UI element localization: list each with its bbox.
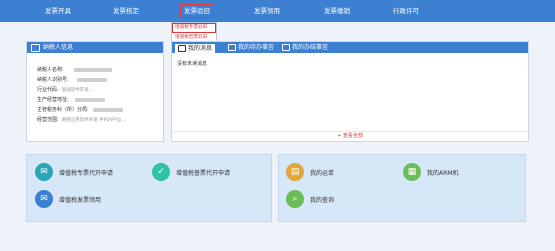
my-arm-machine-button[interactable]: ▦ 我的ARM机 (403, 162, 458, 182)
my-query-button[interactable]: ⌕ 我的查询 (286, 189, 334, 209)
envelope-icon: ✉ (35, 163, 53, 181)
field-taxpayer-name: 纳税人名称: (37, 66, 112, 73)
redacted-value (76, 77, 107, 82)
nav-item-invoice-issue[interactable]: 发票开具 (37, 0, 79, 22)
field-business-address: 生产经营地址: (37, 96, 105, 103)
field-label: 主管税务科（所）分局: (37, 107, 89, 113)
field-label: 行业代码: (37, 87, 59, 93)
tab-label: 我的待办事宜 (238, 44, 275, 51)
message-tabs: 我的消息 我的待办事宜 我的办结事宜 (172, 42, 528, 54)
field-label: 经营范围: (37, 117, 59, 123)
special-invoice-apply-button[interactable]: ✉ 增值税专票代开申请 (35, 162, 113, 182)
field-value: 基础软件开发... (61, 88, 93, 93)
field-label: 纳税人识别号: (37, 77, 69, 83)
function-label: 增值税发票领用 (59, 196, 102, 204)
tab-my-done[interactable]: 我的办结事宜 (279, 43, 331, 53)
my-services-box: ▤ 我的运单 ▦ 我的ARM机 ⌕ 我的查询 (278, 154, 526, 222)
taxpayer-panel-header: 纳税人信息 (27, 42, 163, 53)
redacted-value (74, 97, 105, 102)
ordinary-invoice-apply-button[interactable]: ✓ 增值税普票代开申请 (152, 162, 230, 182)
function-label: 增值税普票代开申请 (176, 169, 231, 177)
nav-item-invoice-verification[interactable]: 发票验旧 (176, 0, 218, 22)
nav-item-invoice-cancellation[interactable]: 发票缴销 (316, 0, 358, 22)
check-icon: ✓ (152, 163, 170, 181)
done-icon (282, 44, 290, 51)
my-waybill-button[interactable]: ▤ 我的运单 (286, 162, 334, 182)
nav-item-admin-license[interactable]: 行政许可 (385, 0, 427, 22)
todo-icon (228, 44, 236, 51)
nav-item-invoice-collection[interactable]: 发票领用 (246, 0, 288, 22)
function-label: 增值税专票代开申请 (59, 169, 114, 177)
tab-my-todo[interactable]: 我的待办事宜 (225, 43, 277, 53)
field-taxpayer-id: 纳税人识别号: (37, 76, 107, 83)
function-label: 我的ARM机 (427, 169, 459, 177)
dropdown-item-special-invoice[interactable]: 增值税专票验旧 (172, 23, 216, 33)
messages-panel: 我的消息 我的待办事宜 我的办结事宜 没有未读消息 + 查看全部 (171, 41, 529, 142)
envelope-icon: ✉ (35, 190, 53, 208)
field-industry-code: 行业代码: 基础软件开发... (37, 86, 93, 93)
field-tax-authority: 主管税务科（所）分局: (37, 106, 123, 113)
tab-my-messages[interactable]: 我的消息 (175, 43, 216, 54)
search-icon: ⌕ (286, 190, 304, 208)
redacted-value (92, 107, 123, 112)
tab-label: 我的消息 (188, 45, 213, 52)
no-unread-messages-text: 没有未读消息 (177, 61, 208, 67)
field-label: 生产经营地址: (37, 97, 69, 103)
id-card-icon (31, 43, 40, 52)
tab-label: 我的办结事宜 (292, 44, 329, 51)
message-icon (178, 45, 186, 52)
taxpayer-panel-title: 纳税人信息 (43, 44, 74, 51)
redacted-value (73, 67, 112, 72)
top-nav-bar: 发票开具 发票核定 发票验旧 发票领用 发票缴销 行政许可 (0, 0, 555, 22)
invoice-functions-box: ✉ 增值税专票代开申请 ✓ 增值税普票代开申请 ✉ 增值税发票领用 (26, 154, 272, 222)
field-label: 纳税人名称: (37, 67, 64, 73)
function-label: 我的运单 (310, 169, 335, 177)
clipboard-icon: ▤ (286, 163, 304, 181)
function-label: 我的查询 (310, 196, 335, 204)
calculator-icon: ▦ (403, 163, 421, 181)
field-value: 网络应用软件开发;手机APP运... (61, 118, 126, 123)
vat-invoice-collection-button[interactable]: ✉ 增值税发票领用 (35, 189, 101, 209)
nav-item-invoice-approval[interactable]: 发票核定 (105, 0, 147, 22)
taxpayer-info-panel: 纳税人信息 纳税人名称: 纳税人识别号: 行业代码: 基础软件开发... 生产经营… (26, 41, 164, 142)
field-business-scope: 经营范围: 网络应用软件开发;手机APP运... (37, 116, 126, 123)
view-all-link[interactable]: + 查看全部 (172, 132, 528, 139)
